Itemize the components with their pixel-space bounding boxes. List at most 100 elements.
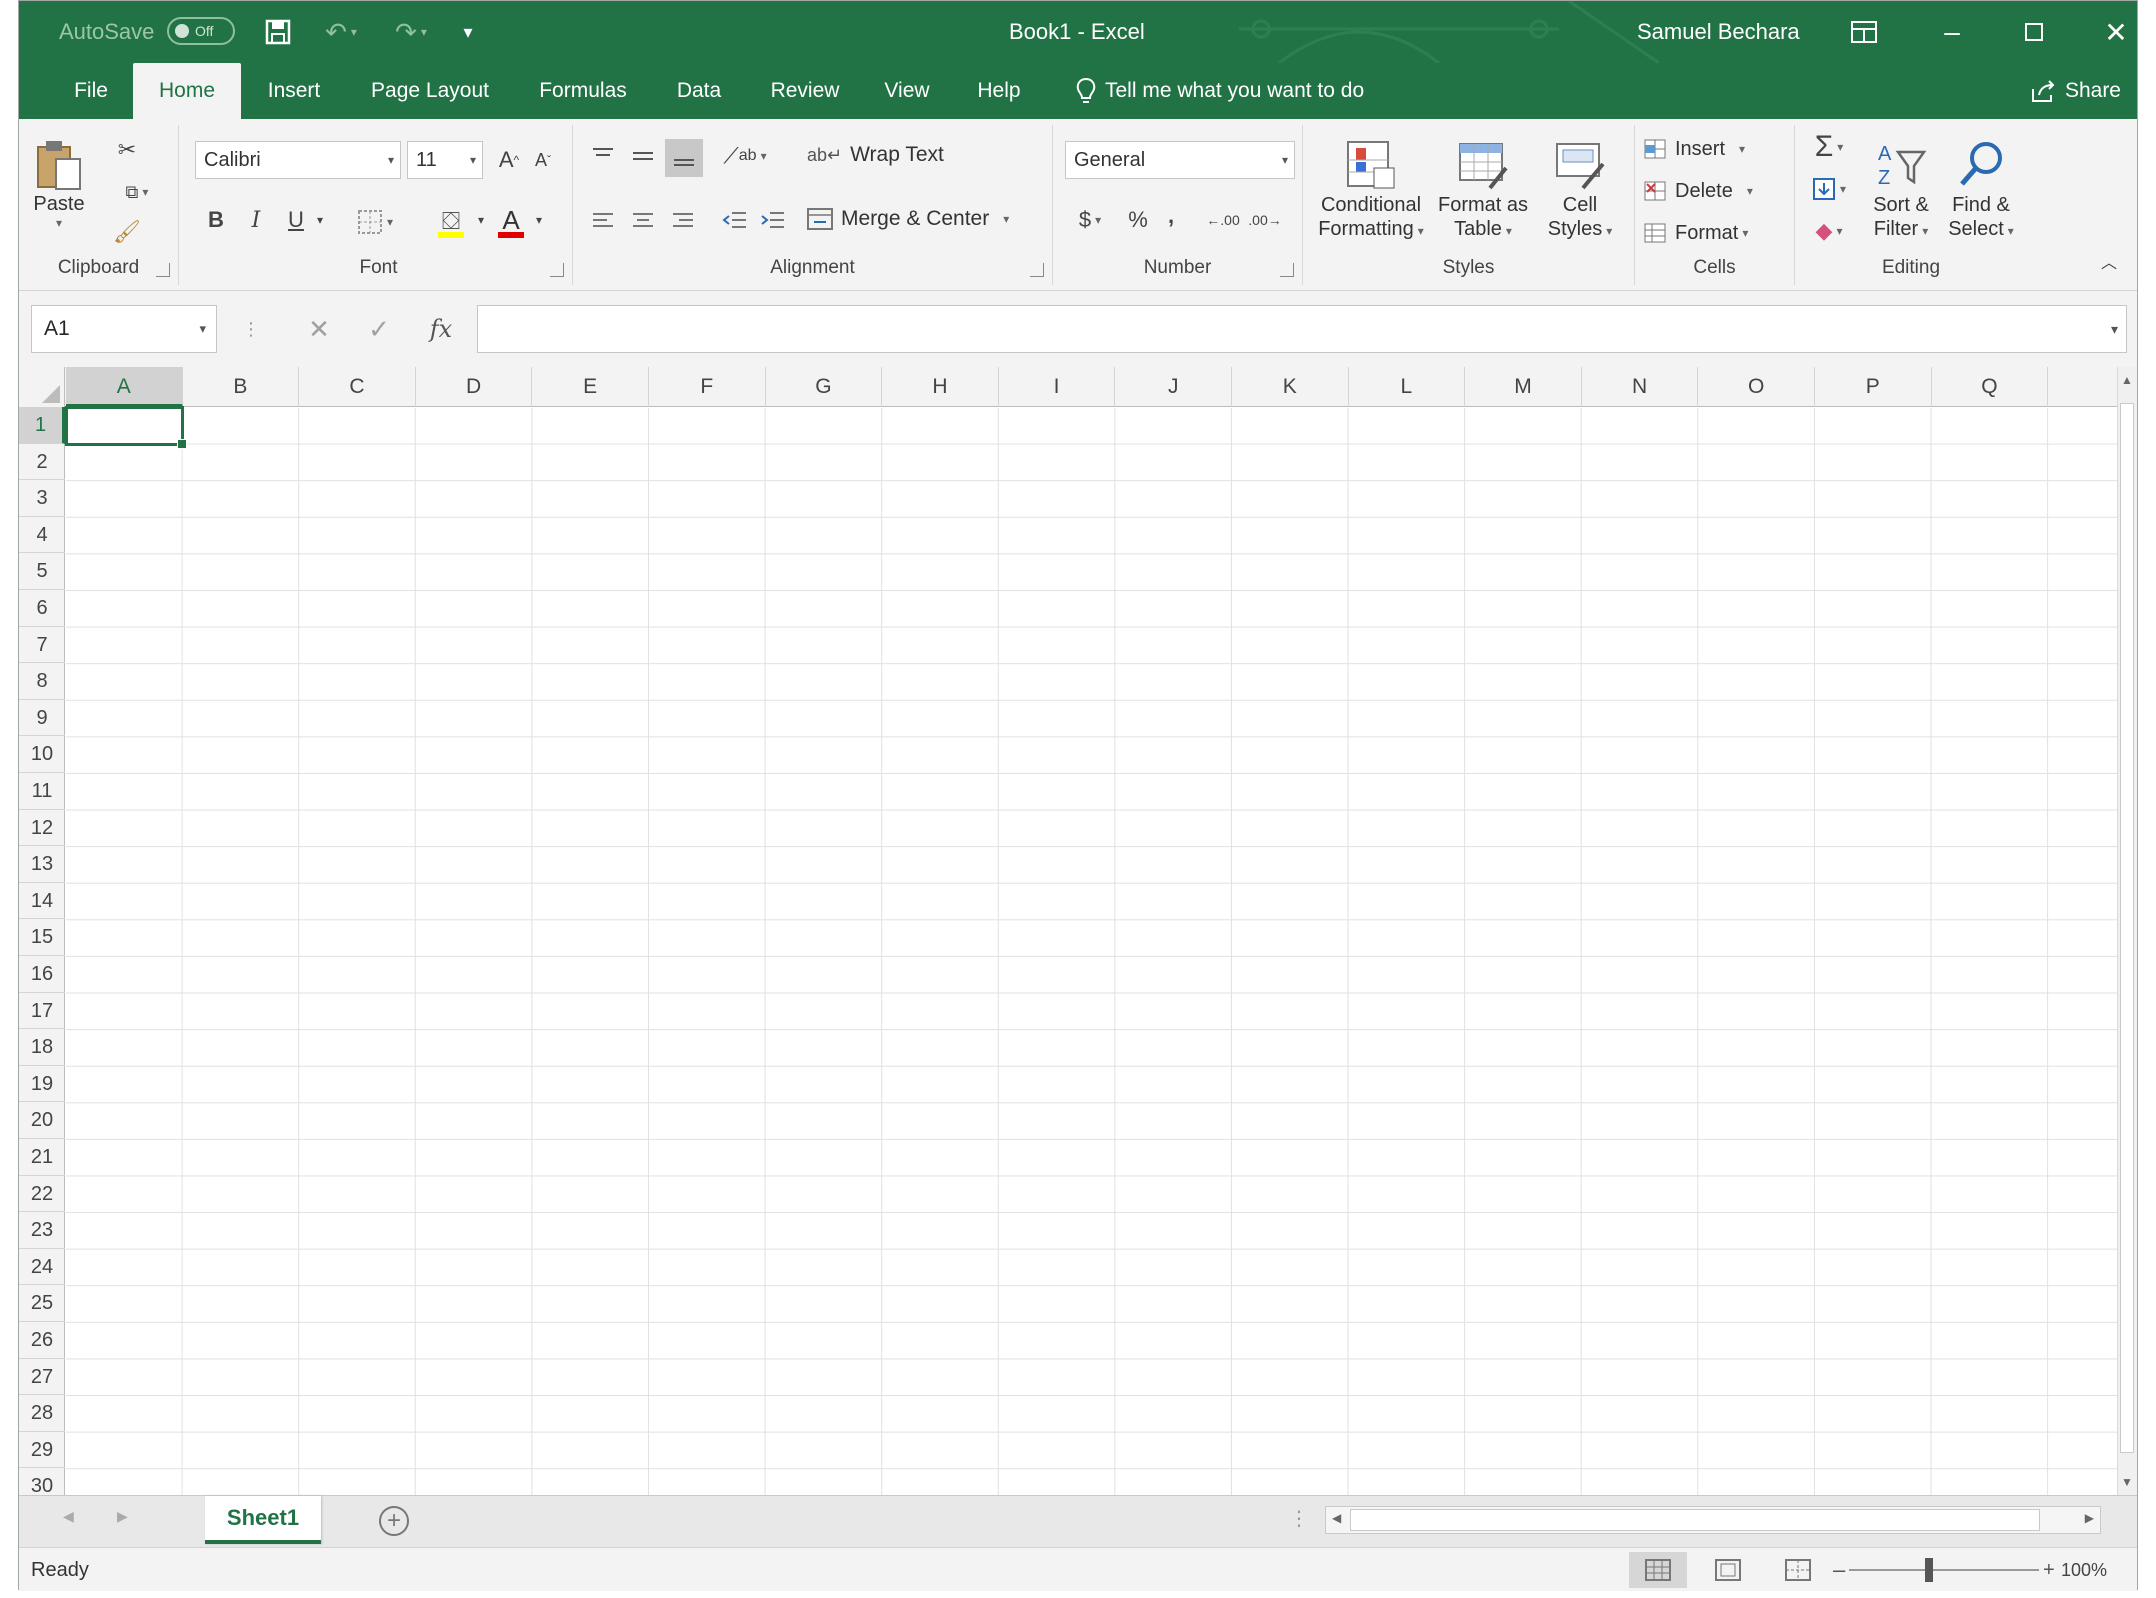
prev-sheet-icon[interactable]: ◀ (63, 1508, 74, 1525)
expand-formula-bar-icon[interactable]: ▾ (2111, 306, 2118, 352)
column-header-g[interactable]: G (766, 367, 883, 407)
comma-style-button[interactable]: , (1157, 199, 1185, 233)
row-header-5[interactable]: 5 (19, 553, 65, 590)
horizontal-scroll-thumb[interactable] (1350, 1509, 2040, 1531)
next-sheet-icon[interactable]: ▶ (117, 1508, 128, 1525)
scroll-up-icon[interactable]: ▲ (2121, 373, 2133, 387)
underline-dropdown-icon[interactable]: ▾ (311, 203, 329, 237)
page-break-view-icon[interactable] (1769, 1552, 1827, 1588)
number-format-combo[interactable]: General ▾ (1065, 141, 1295, 179)
font-launcher-icon[interactable] (550, 263, 564, 277)
vertical-scrollbar[interactable]: ▲ ▼ (2117, 367, 2137, 1495)
column-header-n[interactable]: N (1582, 367, 1699, 407)
row-header-28[interactable]: 28 (19, 1395, 65, 1432)
tab-page-layout[interactable]: Page Layout (355, 63, 505, 119)
sort-filter-button[interactable]: AZ Sort & Filter ▾ (1861, 129, 1941, 251)
align-center-icon[interactable] (625, 203, 661, 237)
row-header-30[interactable]: 30 (19, 1468, 65, 1495)
top-align-icon[interactable] (585, 139, 621, 173)
borders-button[interactable]: ▾ (347, 205, 403, 239)
vertical-scroll-thumb[interactable] (2120, 403, 2134, 1453)
cut-icon[interactable]: ✂ (109, 133, 145, 167)
row-header-8[interactable]: 8 (19, 663, 65, 700)
tab-help[interactable]: Help (959, 63, 1039, 119)
collapse-ribbon-icon[interactable]: ︿ (2097, 249, 2121, 273)
page-layout-view-icon[interactable] (1699, 1552, 1757, 1588)
zoom-in-icon[interactable]: + (2043, 1548, 2055, 1592)
ribbon-display-icon[interactable] (1827, 1, 1901, 63)
cell-styles-button[interactable]: Cell Styles ▾ (1535, 129, 1625, 251)
horizontal-scrollbar[interactable]: ◀ ▶ (1325, 1506, 2101, 1534)
name-box[interactable]: A1 ▾ (31, 305, 217, 353)
close-icon[interactable]: ✕ (2079, 1, 2153, 63)
decrease-decimal-button[interactable]: .00 → (1245, 203, 1285, 237)
row-header-19[interactable]: 19 (19, 1066, 65, 1103)
zoom-slider-thumb[interactable] (1925, 1558, 1933, 1582)
tab-home[interactable]: Home (133, 63, 241, 119)
number-launcher-icon[interactable] (1280, 263, 1294, 277)
decrease-font-size-button[interactable]: Aˇ (527, 143, 559, 177)
row-header-10[interactable]: 10 (19, 736, 65, 773)
font-size-combo[interactable]: 11 ▾ (407, 141, 483, 179)
column-header-q[interactable]: Q (1932, 367, 2049, 407)
row-header-22[interactable]: 22 (19, 1176, 65, 1213)
confirm-entry-icon[interactable]: ✓ (349, 305, 409, 353)
fill-color-dropdown-icon[interactable]: ▾ (473, 203, 489, 237)
row-header-2[interactable]: 2 (19, 444, 65, 481)
align-right-icon[interactable] (665, 203, 701, 237)
fill-icon[interactable]: ▾ (1801, 171, 1857, 207)
normal-view-icon[interactable] (1629, 1552, 1687, 1588)
tab-view[interactable]: View (867, 63, 947, 119)
select-all-button[interactable] (19, 367, 65, 407)
column-header-k[interactable]: K (1232, 367, 1349, 407)
zoom-slider[interactable] (1849, 1569, 2039, 1571)
increase-decimal-button[interactable]: ← .00 (1203, 203, 1243, 237)
copy-icon[interactable]: ⧉ ▾ (109, 175, 165, 209)
maximize-icon[interactable] (1997, 1, 2071, 63)
row-header-16[interactable]: 16 (19, 956, 65, 993)
row-header-12[interactable]: 12 (19, 810, 65, 847)
row-header-1[interactable]: 1 (19, 407, 65, 444)
row-header-20[interactable]: 20 (19, 1102, 65, 1139)
underline-button[interactable]: U (281, 203, 311, 237)
autosave-toggle[interactable]: Off (167, 17, 235, 45)
tab-split-grip-icon[interactable]: ⋮ (1289, 1506, 1309, 1531)
font-color-button[interactable]: A (491, 199, 531, 243)
column-header-c[interactable]: C (299, 367, 416, 407)
font-name-combo[interactable]: Calibri ▾ (195, 141, 401, 179)
column-header-b[interactable]: B (183, 367, 300, 407)
new-sheet-icon[interactable]: + (379, 1506, 409, 1536)
format-as-table-button[interactable]: Format as Table ▾ (1433, 129, 1533, 251)
decrease-indent-icon[interactable] (717, 203, 753, 237)
cancel-entry-icon[interactable]: ✕ (289, 305, 349, 353)
row-header-13[interactable]: 13 (19, 846, 65, 883)
tab-insert[interactable]: Insert (249, 63, 339, 119)
font-color-dropdown-icon[interactable]: ▾ (531, 203, 547, 237)
clear-icon[interactable]: ◆ ▾ (1801, 213, 1857, 249)
row-header-14[interactable]: 14 (19, 883, 65, 920)
formula-input[interactable]: ▾ (477, 305, 2127, 353)
row-header-9[interactable]: 9 (19, 700, 65, 737)
column-header-h[interactable]: H (882, 367, 999, 407)
find-select-button[interactable]: Find & Select ▾ (1941, 129, 2021, 251)
row-header-6[interactable]: 6 (19, 590, 65, 627)
scroll-left-icon[interactable]: ◀ (1332, 1511, 1341, 1525)
orientation-icon[interactable]: ⟋ ab ▾ (717, 139, 773, 173)
paste-button[interactable]: Paste ▾ (27, 129, 91, 239)
scroll-down-icon[interactable]: ▼ (2121, 1475, 2133, 1489)
alignment-launcher-icon[interactable] (1030, 263, 1044, 277)
column-header-m[interactable]: M (1465, 367, 1582, 407)
column-header-o[interactable]: O (1698, 367, 1815, 407)
tab-data[interactable]: Data (659, 63, 739, 119)
autosum-icon[interactable]: Σ ▾ (1801, 129, 1857, 165)
row-header-4[interactable]: 4 (19, 517, 65, 554)
cell-area[interactable] (66, 408, 2119, 1495)
sheet-tab-sheet1[interactable]: Sheet1 (205, 1496, 321, 1544)
middle-align-icon[interactable] (625, 139, 661, 173)
row-header-3[interactable]: 3 (19, 480, 65, 517)
row-header-11[interactable]: 11 (19, 773, 65, 810)
column-header-e[interactable]: E (532, 367, 649, 407)
italic-button[interactable]: I (241, 203, 271, 237)
row-header-25[interactable]: 25 (19, 1285, 65, 1322)
delete-cells-button[interactable]: Delete ▾ (1643, 173, 1783, 209)
